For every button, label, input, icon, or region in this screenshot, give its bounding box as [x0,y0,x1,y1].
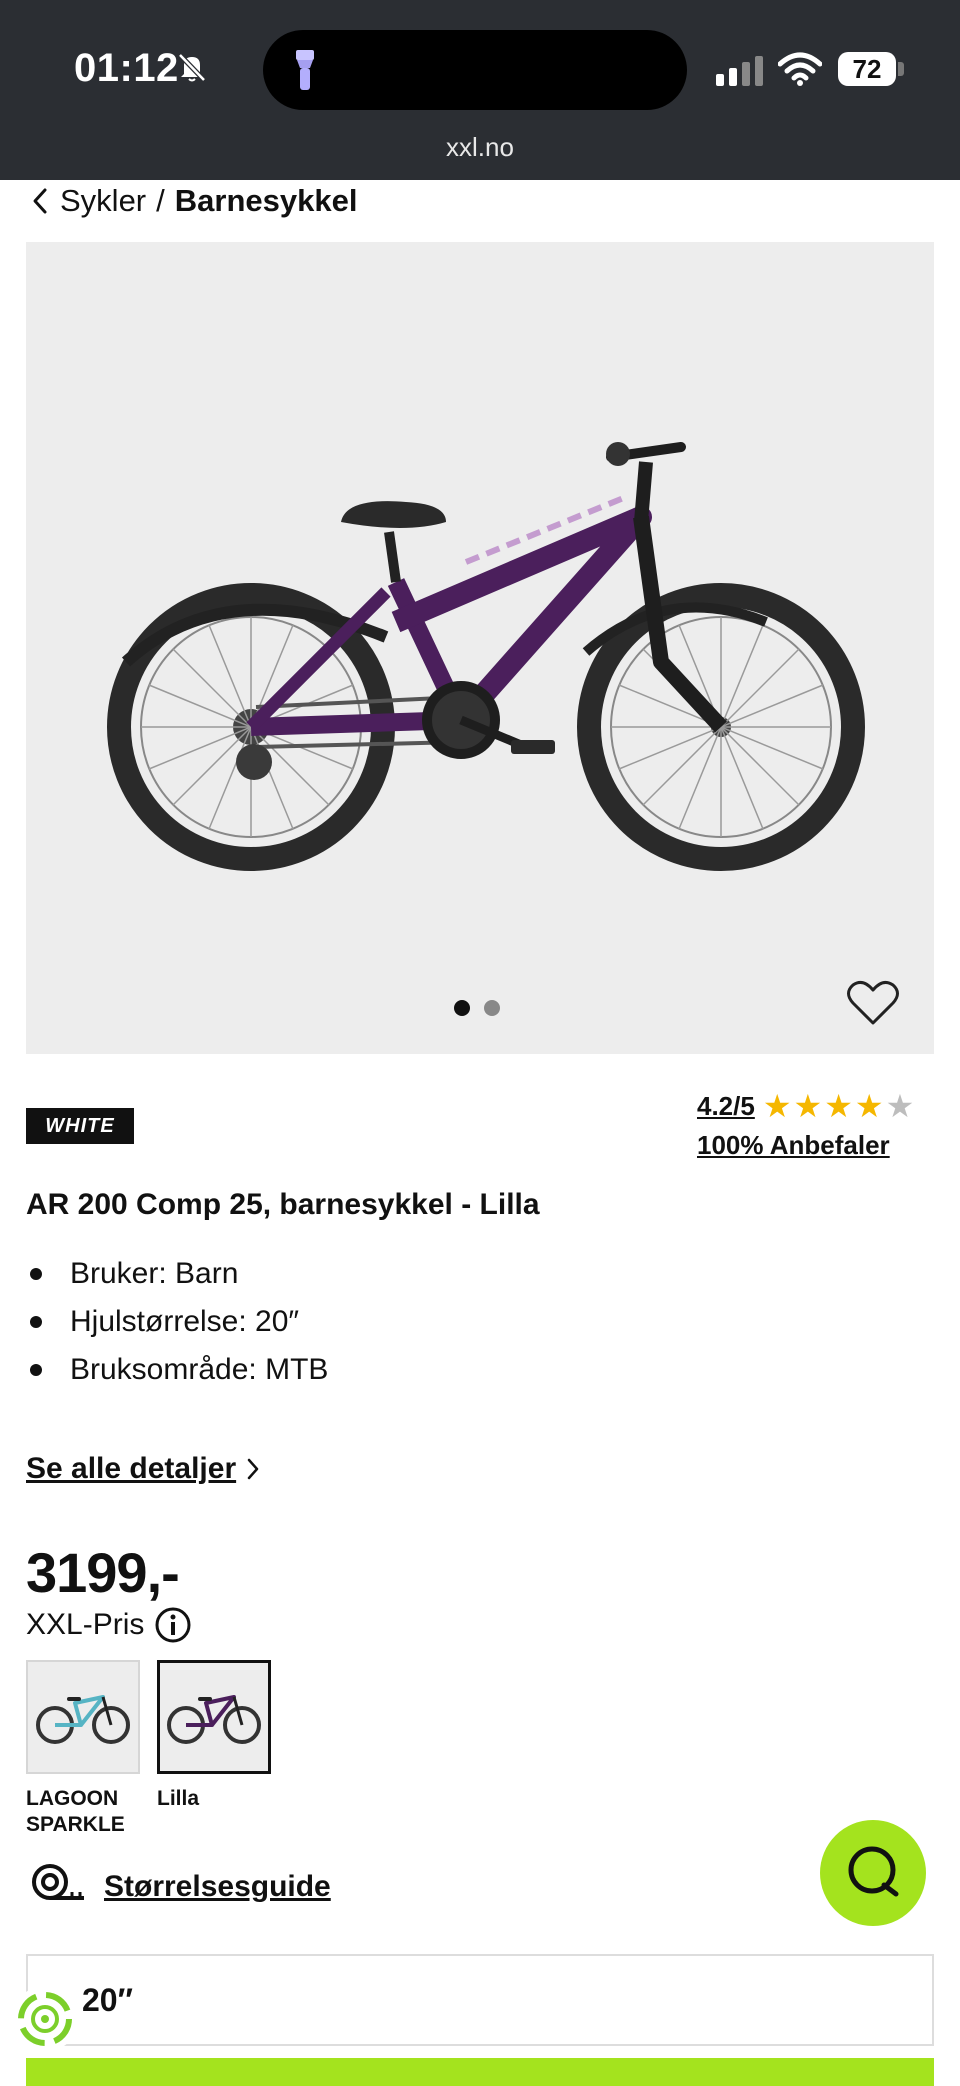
bullet [30,1364,42,1376]
variant-swatch-lagoon-sparkle[interactable] [26,1660,140,1774]
recycle-icon [18,1992,72,2046]
product-title: AR 200 Comp 25, barnesykkel - Lilla [26,1188,540,1221]
chevron-left-icon[interactable] [30,186,50,216]
star-icon: ★ [793,1088,823,1124]
gallery-pagination[interactable] [454,1000,500,1016]
star-icon: ★ [824,1088,853,1124]
highlight-item: Hjulstørrelse: 20″ [26,1298,328,1346]
product-rating[interactable]: 4.2/5 ★ ★ ★ ★ ★ [697,1090,914,1122]
product-highlights: Bruker: Barn Hjulstørrelse: 20″ Bruksomr… [26,1250,328,1394]
details-link-label: Se alle detaljer [26,1452,237,1485]
chat-button[interactable] [820,1820,926,1926]
price-label-text: XXL-Pris [26,1608,145,1641]
size-select-value: 20″ [82,1982,133,2018]
variant-thumbnail [167,1695,261,1744]
bell-muted-icon [176,52,208,87]
product-image-gallery[interactable] [26,242,934,1054]
breadcrumb-separator: / [156,183,165,218]
highlight-item: Bruksområde: MTB [26,1346,328,1394]
highlight-text: Bruker: Barn [70,1257,239,1290]
info-icon[interactable] [154,1606,192,1644]
price-label: XXL-Pris [26,1606,192,1644]
variant-thumbnail [36,1695,130,1744]
flashlight-icon [292,48,318,97]
size-guide-link[interactable]: Størrelsesguide [30,1862,331,1912]
status-time: 01:12 [74,46,179,90]
bullet [30,1316,42,1328]
see-all-details-link[interactable]: Se alle detaljer [26,1452,262,1486]
status-bar: 01:12 72 xxl.no [0,0,960,180]
product-price: 3199,- [26,1541,180,1604]
star-icon: ★ [854,1088,884,1124]
address-bar[interactable]: xxl.no [0,132,960,163]
bullet [30,1268,42,1280]
breadcrumb-current: Barnesykkel [174,183,358,218]
highlight-item: Bruker: Barn [26,1250,328,1298]
highlight-text: Hjulstørrelse: 20″ [70,1305,300,1338]
battery-cap [898,62,904,76]
recommend-percentage[interactable]: 100% Anbefaler [697,1130,890,1161]
variant-label[interactable]: Lilla [157,1786,199,1812]
rating-stars: ★ ★ ★ ★ ★ [763,1090,914,1122]
dynamic-island [263,30,687,110]
recycle-badge[interactable] [12,1986,78,2052]
cell-signal-icon [716,54,763,86]
star-icon: ★ [762,1088,792,1124]
star-empty-icon: ★ [885,1088,915,1124]
add-to-cart-button[interactable] [26,2058,934,2086]
gallery-dot-2[interactable] [484,1000,500,1016]
size-select[interactable]: 20″ [26,1954,934,2046]
breadcrumb-parent[interactable]: Sykler [60,183,146,219]
variant-swatch-lilla[interactable] [157,1660,271,1774]
tape-measure-icon [30,1862,86,1912]
product-image [106,422,866,1127]
chat-icon [844,1842,902,1905]
variant-label[interactable]: LAGOON SPARKLE [26,1786,136,1838]
gallery-dot-1[interactable] [454,1000,470,1016]
chevron-right-icon [244,1456,262,1482]
brand-logo[interactable]: WHITE [26,1108,134,1144]
rating-score[interactable]: 4.2/5 [697,1091,755,1122]
wifi-icon [777,52,823,91]
highlight-text: Bruksområde: MTB [70,1353,329,1386]
size-guide-label: Størrelsesguide [104,1870,331,1903]
heart-icon[interactable] [846,978,900,1033]
battery-indicator: 72 [838,52,896,86]
breadcrumb: Sykler / Barnesykkel [30,180,357,222]
